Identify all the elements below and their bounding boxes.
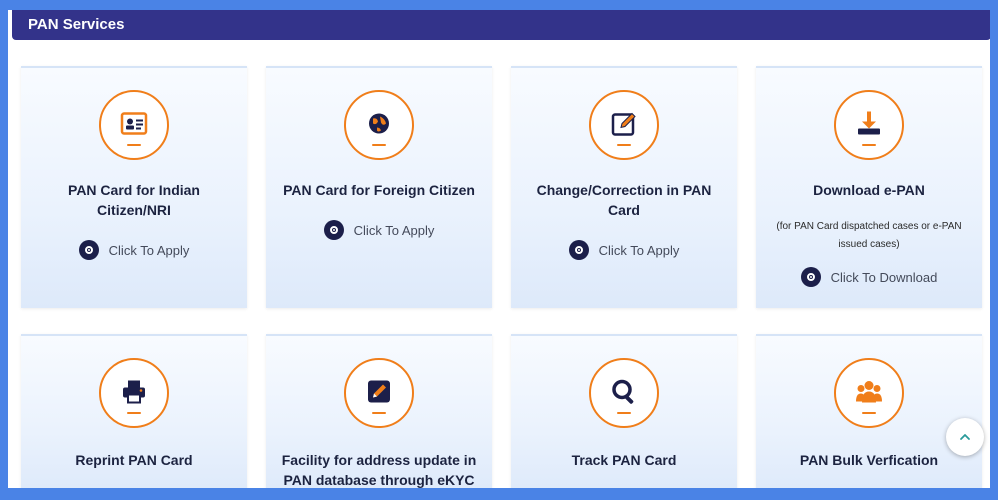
icon-underline — [862, 144, 876, 146]
card-icon-circle — [834, 90, 904, 160]
card-address-update-ekyc[interactable]: Facility for address update in PAN datab… — [266, 334, 492, 488]
arrow-circle-icon — [78, 240, 99, 260]
icon-underline — [617, 144, 631, 146]
icon-underline — [372, 412, 386, 414]
arrow-circle-icon — [568, 240, 589, 260]
download-icon — [858, 111, 880, 135]
card-title: PAN Card for Indian Citizen/NRI — [68, 182, 200, 218]
scroll-to-top-button[interactable] — [946, 418, 984, 456]
card-track-pan[interactable]: Track PAN Card — [511, 334, 737, 488]
card-title: PAN Card for Foreign Citizen — [283, 182, 475, 198]
card-icon-circle — [99, 90, 169, 160]
chevron-up-icon — [960, 434, 970, 440]
arrow-circle-icon — [323, 220, 344, 240]
card-title: PAN Bulk Verfication — [799, 452, 939, 468]
card-icon-circle — [589, 358, 659, 428]
card-pan-bulk-verification[interactable]: PAN Bulk Verfication — [756, 334, 982, 488]
apply-label: Click To Apply — [108, 242, 190, 258]
download-label: Click To Download — [830, 269, 938, 285]
icon-underline — [862, 412, 876, 414]
click-to-download-link[interactable]: Click To Download — [756, 267, 982, 287]
icon-underline — [127, 144, 141, 146]
search-icon — [612, 379, 634, 404]
card-title: Change/Correction in PAN Card — [536, 182, 712, 218]
card-title: Download e-PAN — [813, 182, 925, 198]
main-content: PAN Services PAN Card for Indian Citizen… — [8, 10, 990, 488]
card-title: Reprint PAN Card — [75, 452, 193, 468]
card-download-epan[interactable]: Download e-PAN (for PAN Card dispatched … — [756, 66, 982, 308]
card-pan-foreign-citizen[interactable]: PAN Card for Foreign Citizen Click To Ap… — [266, 66, 492, 308]
apply-label: Click To Apply — [353, 222, 435, 238]
card-change-correction[interactable]: Change/Correction in PAN Card Click To A… — [511, 66, 737, 308]
page-frame: PAN Services PAN Card for Indian Citizen… — [0, 0, 998, 500]
printer-icon — [123, 380, 145, 404]
card-icon-circle — [99, 358, 169, 428]
card-icon-circle — [834, 358, 904, 428]
section-header: PAN Services — [12, 10, 990, 40]
click-to-apply-link[interactable]: Click To Apply — [266, 220, 492, 240]
card-icon-circle — [589, 90, 659, 160]
arrow-circle-icon — [800, 267, 821, 287]
apply-label: Click To Apply — [598, 242, 680, 258]
card-title: Track PAN Card — [571, 452, 677, 468]
pencil-icon — [368, 380, 390, 403]
card-icon-circle — [344, 90, 414, 160]
card-reprint-pan[interactable]: Reprint PAN Card — [21, 334, 247, 488]
card-title: Facility for address update in PAN datab… — [281, 452, 477, 488]
icon-underline — [617, 412, 631, 414]
card-pan-indian-citizen[interactable]: PAN Card for Indian Citizen/NRI Click To… — [21, 66, 247, 308]
edit-icon — [611, 112, 636, 136]
id-card-icon — [120, 112, 148, 135]
globe-icon — [369, 113, 389, 134]
icon-underline — [127, 412, 141, 414]
card-subtitle: (for PAN Card dispatched cases or e-PAN … — [776, 221, 962, 250]
users-icon — [856, 381, 882, 403]
click-to-apply-link[interactable]: Click To Apply — [511, 240, 737, 260]
icon-underline — [372, 144, 386, 146]
section-title: PAN Services — [28, 16, 125, 33]
card-icon-circle — [344, 358, 414, 428]
click-to-apply-link[interactable]: Click To Apply — [21, 240, 247, 260]
